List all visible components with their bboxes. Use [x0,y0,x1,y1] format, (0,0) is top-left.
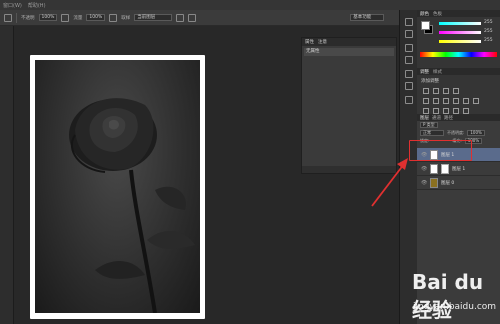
watermark-logo: Bai du 经验 [412,270,500,323]
watermark-brand: Bai du 经验 [412,270,484,322]
watermark-url: jingyan.baidu.com [413,302,497,312]
